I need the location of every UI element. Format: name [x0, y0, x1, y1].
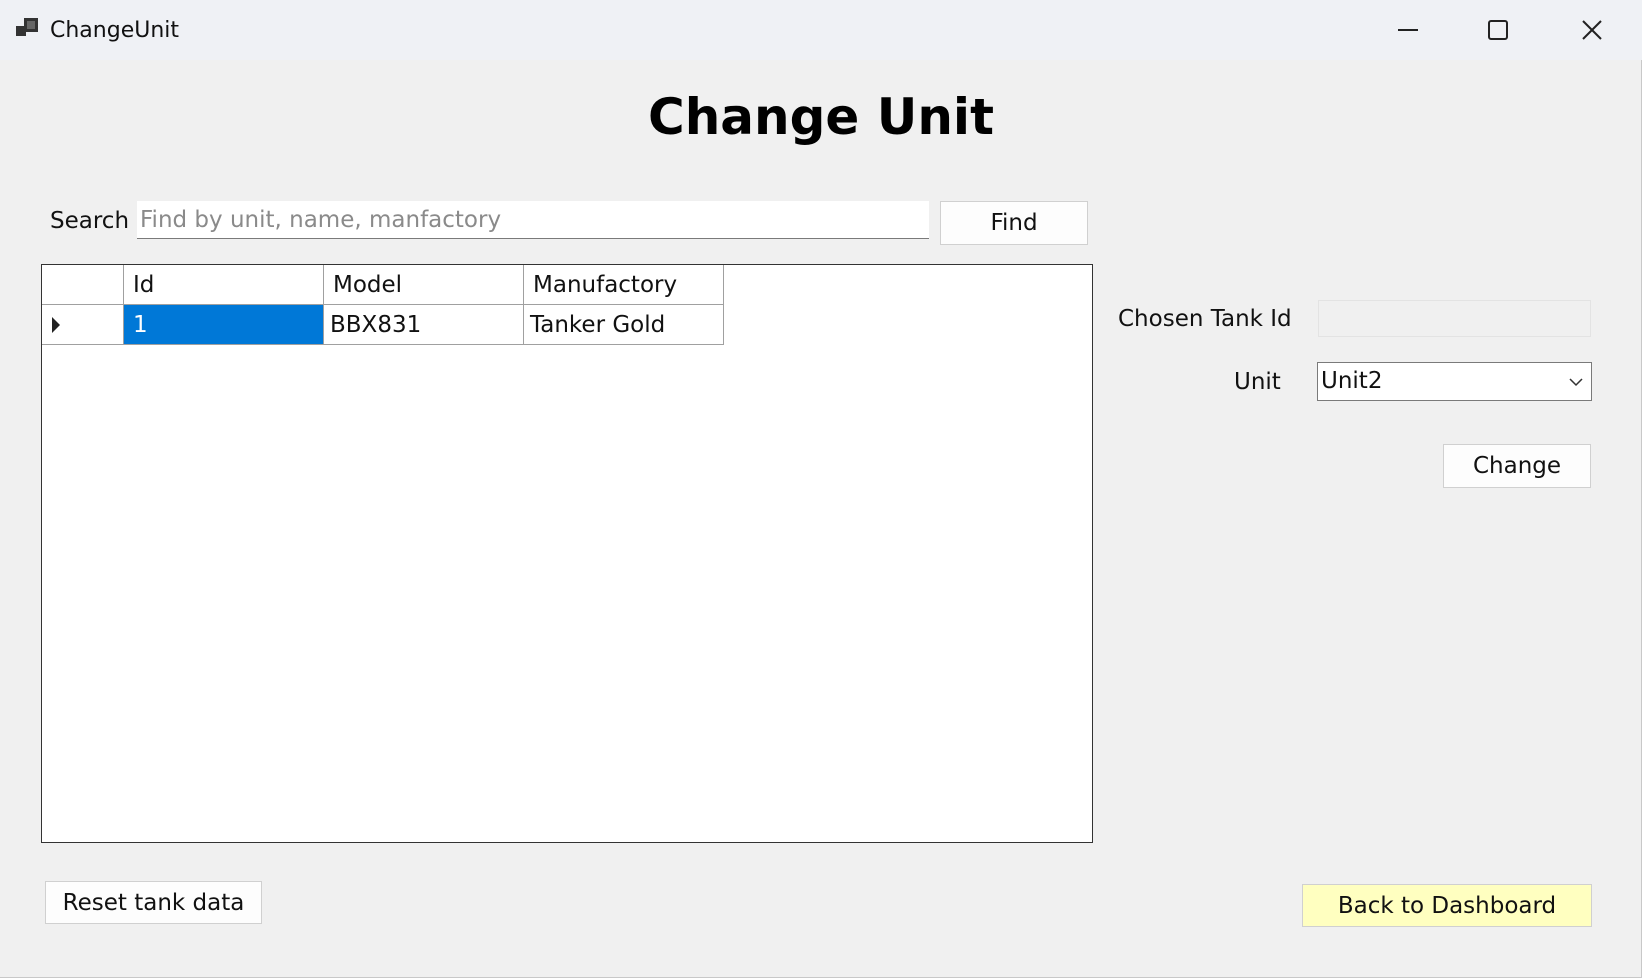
unit-dropdown[interactable]: Unit2 — [1317, 362, 1592, 401]
table-cell-id[interactable]: 1 — [124, 305, 324, 345]
grid-corner-header[interactable] — [42, 265, 124, 305]
table-cell-manufactory[interactable]: Tanker Gold — [524, 305, 724, 345]
column-header-manufactory[interactable]: Manufactory — [524, 265, 724, 305]
change-button[interactable]: Change — [1443, 444, 1591, 488]
minimize-button[interactable] — [1362, 0, 1454, 60]
maximize-icon — [1488, 20, 1508, 40]
search-input[interactable] — [137, 201, 929, 239]
tank-data-grid[interactable]: Id Model Manufactory 1 BBX831 Tanker Gol… — [41, 264, 1093, 843]
reset-tank-data-button[interactable]: Reset tank data — [45, 881, 262, 924]
page-title: Change Unit — [648, 88, 994, 146]
chosen-tank-id-label: Chosen Tank Id — [1118, 306, 1292, 332]
window-title: ChangeUnit — [50, 18, 180, 43]
app-icon — [16, 18, 38, 36]
row-pointer-icon — [52, 316, 60, 333]
find-button[interactable]: Find — [940, 201, 1088, 245]
search-label: Search — [50, 208, 130, 234]
table-cell-model[interactable]: BBX831 — [324, 305, 524, 345]
change-unit-window: ChangeUnit Change Unit Search Find Id Mo… — [0, 0, 1642, 978]
close-button[interactable] — [1546, 0, 1638, 60]
back-to-dashboard-button[interactable]: Back to Dashboard — [1302, 884, 1592, 927]
unit-label: Unit — [1234, 369, 1281, 395]
row-header[interactable] — [42, 305, 124, 345]
column-header-id[interactable]: Id — [124, 265, 324, 305]
chevron-down-icon — [1569, 378, 1583, 387]
unit-dropdown-value: Unit2 — [1321, 368, 1383, 394]
minimize-icon — [1398, 29, 1418, 31]
title-bar[interactable]: ChangeUnit — [0, 0, 1642, 60]
chosen-tank-id-field — [1318, 300, 1591, 337]
maximize-button[interactable] — [1452, 0, 1544, 60]
close-icon — [1582, 20, 1602, 40]
column-header-model[interactable]: Model — [324, 265, 524, 305]
